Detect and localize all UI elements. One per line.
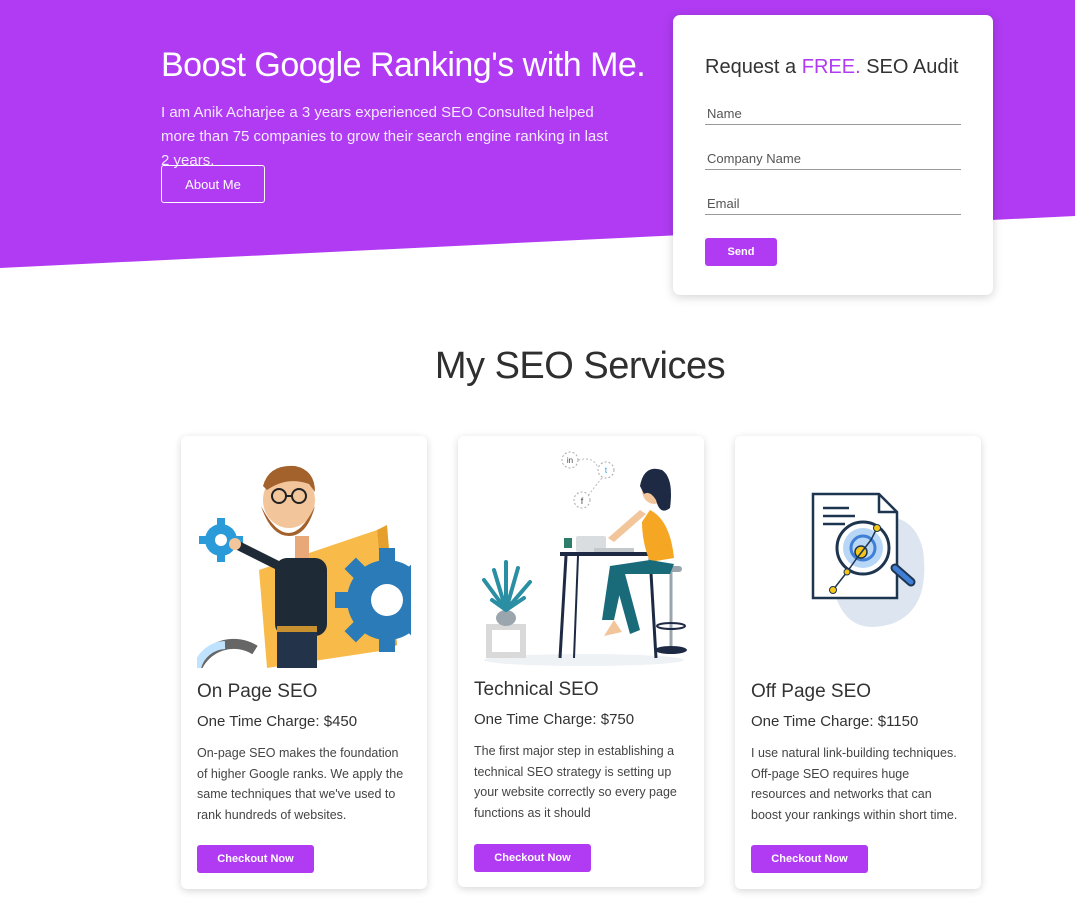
linkedin-icon: in: [561, 451, 579, 469]
checkout-now-button[interactable]: Checkout Now: [197, 845, 314, 873]
name-field[interactable]: Name: [705, 103, 961, 125]
send-button[interactable]: Send: [705, 238, 777, 266]
svg-text:in: in: [567, 456, 573, 465]
company-name-field[interactable]: Company Name: [705, 148, 961, 170]
card-description: I use natural link-building techniques. …: [751, 746, 958, 822]
card-description: The first major step in establishing a t…: [474, 744, 677, 820]
services-heading: My SEO Services: [434, 345, 726, 387]
form-title: Request a FREE. SEO Audit: [705, 56, 958, 79]
card-price: One Time Charge: $450: [197, 713, 358, 730]
form-title-suffix: SEO Audit: [860, 56, 959, 78]
woman-at-laptop-illustration: in t f: [474, 450, 688, 668]
checkout-now-button[interactable]: Checkout Now: [751, 845, 868, 873]
checkout-now-button[interactable]: Checkout Now: [474, 844, 591, 872]
svg-text:t: t: [605, 466, 608, 475]
twitter-icon: t: [597, 461, 615, 479]
email-field[interactable]: Email: [705, 193, 961, 215]
svg-text:f: f: [581, 496, 584, 506]
form-title-accent: FREE.: [801, 56, 861, 78]
hero-description: I am Anik Acharjee a 3 years experienced…: [161, 104, 608, 169]
man-with-gears-illustration: [192, 450, 439, 671]
service-card-on-page: On Page SEO One Time Charge: $450 On-pag…: [181, 436, 439, 889]
service-card-off-page: Off Page SEO One Time Charge: $1150 I us…: [735, 436, 981, 889]
document-search-icon: [751, 450, 965, 668]
facebook-icon: f: [573, 491, 591, 509]
card-price: One Time Charge: $750: [474, 711, 635, 728]
hero-title: Boost Google Ranking's with Me.: [161, 46, 646, 84]
card-title: Off Page SEO: [751, 681, 872, 702]
card-title: Technical SEO: [474, 679, 599, 700]
about-me-button[interactable]: About Me: [161, 165, 265, 203]
card-title: On Page SEO: [197, 681, 318, 702]
card-price: One Time Charge: $1150: [751, 713, 919, 730]
service-card-technical: in t f Technical SEO One Time Charge: $7…: [458, 436, 704, 887]
seo-audit-form: Request a FREE. SEO Audit Name Company N…: [673, 15, 993, 295]
card-description: On-page SEO makes the foundation of high…: [197, 746, 404, 822]
form-title-prefix: Request a: [705, 56, 802, 78]
